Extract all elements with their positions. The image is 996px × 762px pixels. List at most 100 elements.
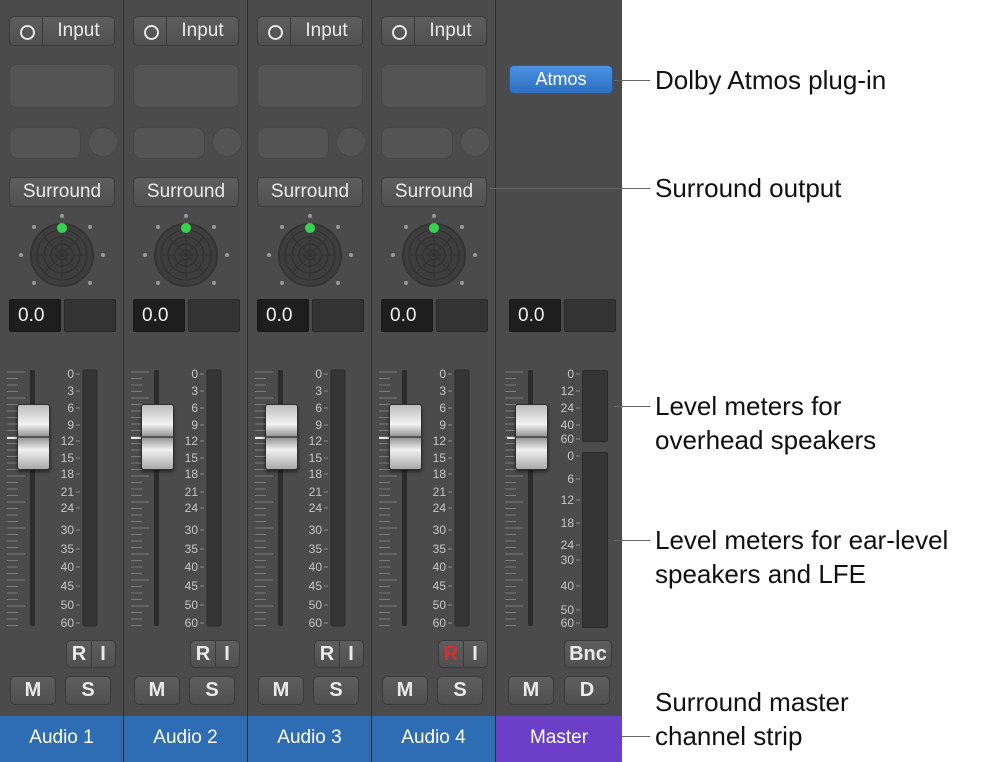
volume-display[interactable]: 0.0 bbox=[381, 299, 433, 332]
volume-fader[interactable] bbox=[265, 404, 298, 470]
svg-text:30: 30 bbox=[309, 523, 323, 537]
read-input-button[interactable]: R I bbox=[314, 640, 364, 668]
send-level-knob[interactable] bbox=[336, 127, 366, 157]
volume-display[interactable]: 0.0 bbox=[133, 299, 185, 332]
mute-button[interactable]: M bbox=[258, 676, 304, 705]
svg-text:35: 35 bbox=[433, 542, 447, 556]
channel-strip-audio-3: Input Surround 0.0 0 3 6 9 12 15 18 21 24 30 35 40 4… bbox=[248, 0, 372, 762]
mute-button[interactable]: M bbox=[10, 676, 56, 705]
send-level-knob[interactable] bbox=[88, 127, 118, 157]
input-monitor-button[interactable]: I bbox=[339, 641, 363, 667]
input-button[interactable]: Input bbox=[257, 16, 363, 46]
mute-button[interactable]: M bbox=[382, 676, 428, 705]
send-slot[interactable] bbox=[133, 127, 205, 159]
read-input-button[interactable]: R I bbox=[66, 640, 116, 668]
callout-line2: speakers and LFE bbox=[655, 559, 867, 589]
surround-panner-icon[interactable] bbox=[384, 210, 484, 294]
output-button[interactable]: Surround bbox=[9, 177, 115, 207]
input-button[interactable]: Input bbox=[9, 16, 115, 46]
audio-effect-slot[interactable] bbox=[133, 64, 239, 108]
audio-effect-slot[interactable] bbox=[381, 64, 487, 108]
send-level-knob[interactable] bbox=[460, 127, 490, 157]
overhead-level-meter bbox=[582, 370, 608, 442]
channel-strip-audio-4: Input Surround 0.0 0 3 6 9 12 15 18 21 24 30 35 40 4… bbox=[372, 0, 496, 762]
audio-effect-slot[interactable] bbox=[9, 64, 115, 108]
channel-name[interactable]: Audio 1 bbox=[0, 716, 123, 762]
input-monitor-button[interactable]: I bbox=[463, 641, 487, 667]
dolby-atmos-plugin-button[interactable]: Atmos bbox=[509, 65, 613, 94]
callout-ear-meters: Level meters for ear-level speakers and … bbox=[655, 523, 948, 591]
send-slot[interactable] bbox=[381, 127, 453, 159]
svg-text:12: 12 bbox=[561, 384, 575, 398]
volume-display[interactable]: 0.0 bbox=[257, 299, 309, 332]
solo-button[interactable]: S bbox=[313, 676, 359, 705]
read-input-button[interactable]: R I bbox=[190, 640, 240, 668]
svg-text:60: 60 bbox=[561, 616, 575, 630]
svg-text:30: 30 bbox=[61, 523, 75, 537]
svg-text:0: 0 bbox=[439, 367, 446, 381]
output-button[interactable]: Surround bbox=[381, 177, 487, 207]
svg-text:24: 24 bbox=[433, 501, 447, 515]
read-button[interactable]: R bbox=[191, 641, 215, 667]
svg-text:24: 24 bbox=[309, 501, 323, 515]
surround-panner-icon[interactable] bbox=[260, 210, 360, 294]
master-channel-name[interactable]: Master bbox=[496, 716, 622, 762]
send-slot[interactable] bbox=[257, 127, 329, 159]
svg-text:12: 12 bbox=[309, 434, 323, 448]
channel-name[interactable]: Audio 2 bbox=[124, 716, 247, 762]
input-button[interactable]: Input bbox=[381, 16, 487, 46]
read-button[interactable]: R bbox=[315, 641, 339, 667]
output-button[interactable]: Surround bbox=[133, 177, 239, 207]
input-monitor-button[interactable]: I bbox=[215, 641, 239, 667]
read-button[interactable]: R bbox=[67, 641, 91, 667]
send-slot[interactable] bbox=[9, 127, 81, 159]
svg-text:30: 30 bbox=[561, 553, 575, 567]
svg-text:50: 50 bbox=[561, 603, 575, 617]
audio-effect-slot[interactable] bbox=[257, 64, 363, 108]
solo-button[interactable]: S bbox=[437, 676, 483, 705]
volume-fader[interactable] bbox=[389, 404, 422, 470]
bounce-button[interactable]: Bnc bbox=[564, 640, 612, 668]
svg-text:0: 0 bbox=[567, 367, 574, 381]
mute-button[interactable]: M bbox=[508, 676, 554, 705]
send-level-knob[interactable] bbox=[212, 127, 242, 157]
callout-line1: Surround master bbox=[655, 687, 849, 717]
channel-strip-audio-2: Input Surround 0.0 0 3 6 9 12 15 18 21 24 30 35 40 4… bbox=[124, 0, 248, 762]
mute-button[interactable]: M bbox=[134, 676, 180, 705]
svg-text:3: 3 bbox=[191, 384, 198, 398]
mixer-window: Input Surround 0.0 0 3 6 9 12 15 18 21 24 30 35 40 4… bbox=[0, 0, 622, 762]
solo-button[interactable]: S bbox=[65, 676, 111, 705]
ring-icon bbox=[392, 25, 407, 40]
svg-text:21: 21 bbox=[433, 485, 447, 499]
solo-button[interactable]: S bbox=[189, 676, 235, 705]
svg-text:30: 30 bbox=[185, 523, 199, 537]
input-button[interactable]: Input bbox=[133, 16, 239, 46]
channel-name[interactable]: Audio 4 bbox=[372, 716, 495, 762]
peak-display bbox=[188, 299, 240, 332]
svg-text:9: 9 bbox=[315, 418, 322, 432]
read-button[interactable]: R bbox=[439, 641, 463, 667]
surround-panner-icon[interactable] bbox=[12, 210, 112, 294]
master-volume-fader[interactable] bbox=[515, 404, 548, 470]
svg-text:24: 24 bbox=[185, 501, 199, 515]
volume-display[interactable]: 0.0 bbox=[9, 299, 61, 332]
svg-text:18: 18 bbox=[433, 467, 447, 481]
dim-button[interactable]: D bbox=[564, 676, 610, 705]
callout-line2: overhead speakers bbox=[655, 425, 877, 455]
read-input-button[interactable]: R I bbox=[438, 640, 488, 668]
svg-text:24: 24 bbox=[61, 501, 75, 515]
svg-text:50: 50 bbox=[61, 598, 75, 612]
peak-display bbox=[312, 299, 364, 332]
input-monitor-button[interactable]: I bbox=[91, 641, 115, 667]
channel-name[interactable]: Audio 3 bbox=[248, 716, 371, 762]
volume-fader[interactable] bbox=[141, 404, 174, 470]
svg-text:60: 60 bbox=[433, 616, 447, 630]
fader-zero-mark bbox=[255, 437, 265, 439]
svg-text:35: 35 bbox=[61, 542, 75, 556]
volume-fader[interactable] bbox=[17, 404, 50, 470]
surround-panner-icon[interactable] bbox=[136, 210, 236, 294]
svg-text:30: 30 bbox=[433, 523, 447, 537]
surround-master-strip: Atmos 0.0 0 12 24 40 60 0 6 12 18 24 30 40 50 60 Bnc … bbox=[496, 0, 622, 762]
master-volume-display[interactable]: 0.0 bbox=[509, 299, 561, 332]
output-button[interactable]: Surround bbox=[257, 177, 363, 207]
